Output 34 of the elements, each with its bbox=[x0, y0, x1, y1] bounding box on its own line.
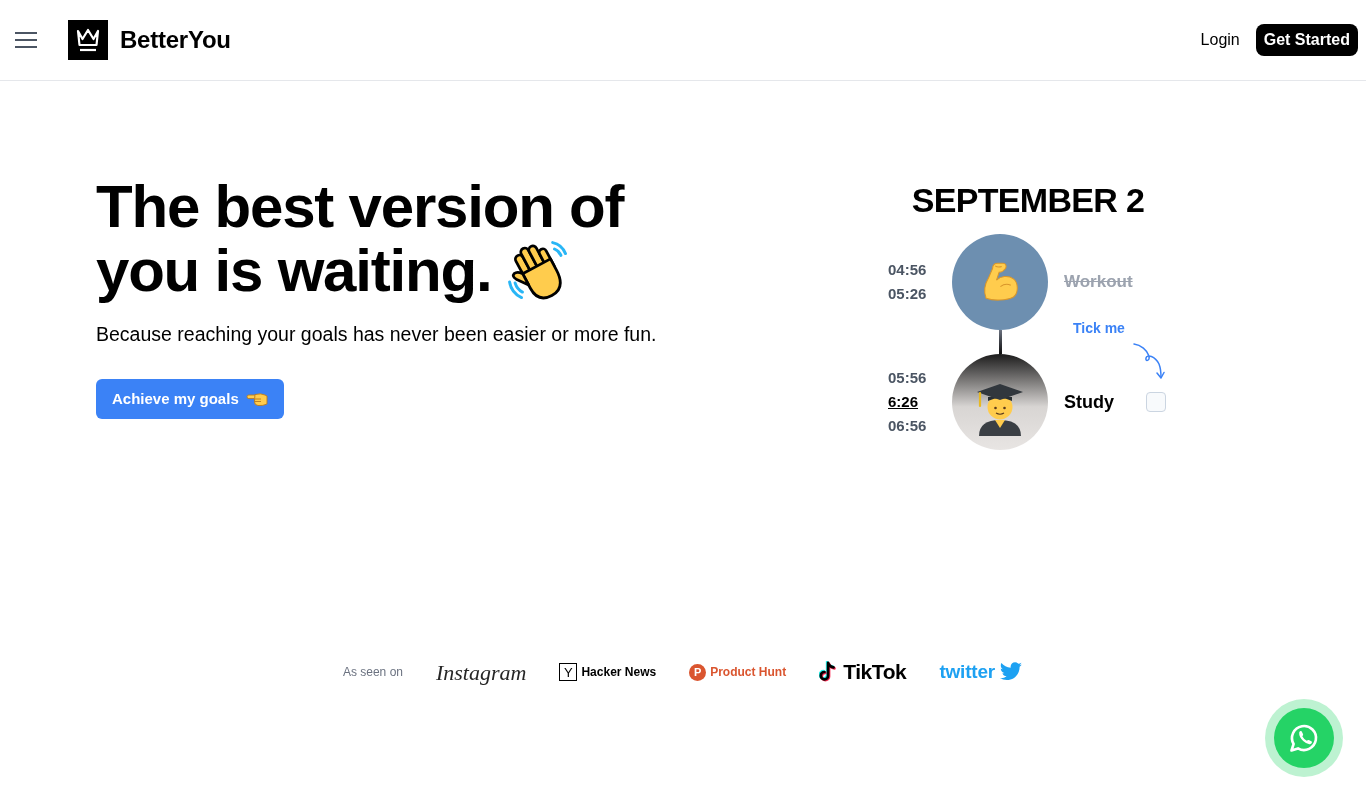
logo-letter: P bbox=[689, 663, 707, 681]
pointing-hand-icon bbox=[245, 391, 268, 407]
bird-icon bbox=[999, 662, 1024, 682]
press-logo-text: TikTok bbox=[843, 659, 907, 686]
task-time: 05:26 bbox=[888, 284, 927, 304]
task-time: 06:56 bbox=[888, 416, 927, 436]
timeline-connector bbox=[999, 330, 1002, 354]
headline: you is waiting. bbox=[96, 240, 492, 302]
achieve-goals-button[interactable]: Achieve my goals bbox=[96, 379, 284, 419]
flexed-arm-icon bbox=[952, 234, 1048, 330]
get-started-button[interactable]: Get Started bbox=[1255, 24, 1358, 56]
press-logo-text: twitter bbox=[939, 659, 996, 684]
hint-label: Tick me bbox=[1073, 319, 1125, 338]
graduate-icon bbox=[952, 354, 1048, 450]
task-title: Study bbox=[1064, 390, 1115, 414]
subtitle: Because reaching your goals has never been easier or more fun. bbox=[96, 322, 657, 347]
task-checkbox[interactable] bbox=[1146, 392, 1166, 412]
login-link[interactable]: Login bbox=[1200, 28, 1240, 52]
task-time: 6:26 bbox=[888, 392, 919, 412]
headline: The best version of bbox=[96, 176, 624, 238]
task-time: 05:56 bbox=[888, 368, 927, 388]
as-seen-on-label: As seen on bbox=[342, 664, 403, 681]
press-logo-text: Hacker News bbox=[581, 664, 657, 681]
press-logo-text: Product Hunt bbox=[710, 664, 787, 681]
brand-name: BetterYou bbox=[120, 25, 231, 55]
menu-icon[interactable] bbox=[15, 32, 37, 48]
task-title: Workout bbox=[1064, 271, 1133, 294]
task-time: 04:56 bbox=[888, 260, 927, 280]
date-heading: SEPTEMBER 2 bbox=[911, 180, 1145, 220]
press-logo-text: Instagram bbox=[436, 658, 527, 687]
curly-arrow-icon bbox=[1133, 342, 1165, 380]
crown-logo-icon bbox=[68, 20, 108, 60]
logo-letter: Y bbox=[559, 663, 578, 681]
phone-bubble-icon bbox=[1274, 708, 1334, 768]
